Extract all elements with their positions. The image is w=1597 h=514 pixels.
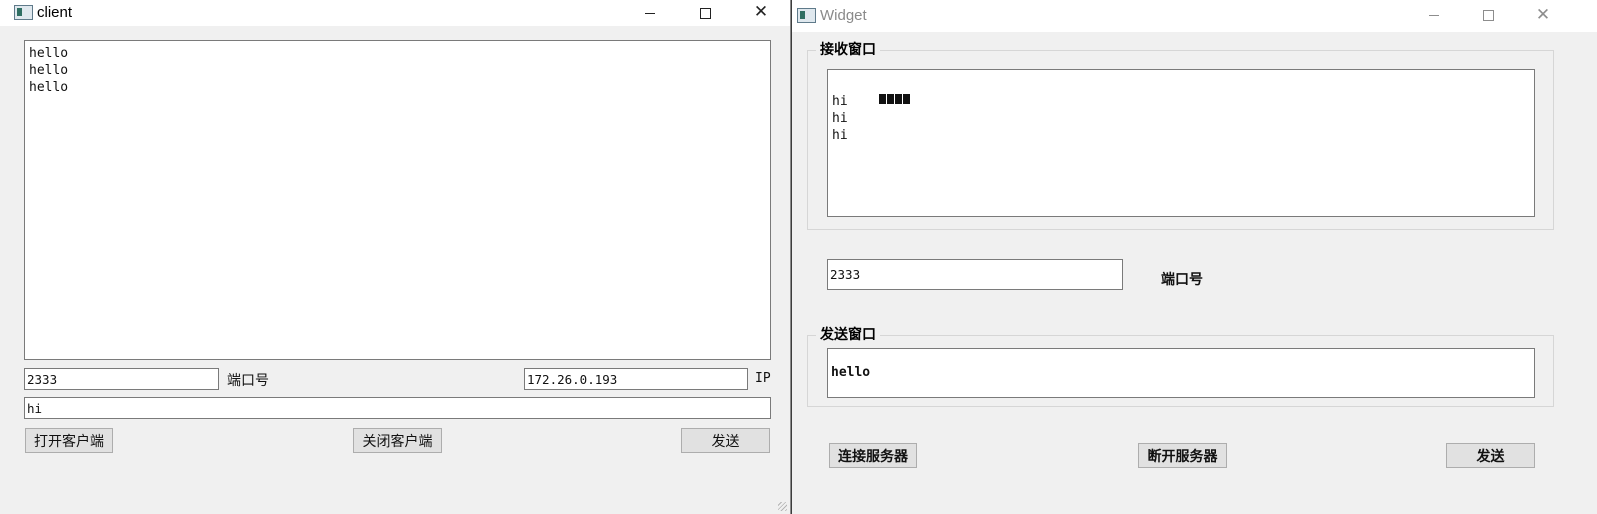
client-message-input[interactable]: hi [24,397,771,419]
client-ip-input[interactable]: 172.26.0.193 [524,368,748,390]
minimize-button[interactable] [1419,3,1449,27]
app-window-icon [797,8,816,23]
garbled-char-icon [902,94,910,104]
received-line: hi [832,111,848,126]
connect-server-button[interactable]: 连接服务器 [829,443,917,468]
widget-window: Widget ✕ 接收窗口 hi hi hi 2333 端口号 发送窗口 hel… [792,0,1597,514]
minimize-button[interactable] [635,1,665,25]
received-line: hi [832,128,848,143]
garbled-char-icon [878,94,886,104]
client-titlebar[interactable]: client ✕ [0,0,790,26]
send-text: hello [831,365,871,380]
close-icon: ✕ [1535,4,1551,25]
garbled-text-line [832,74,1534,104]
garbled-char-icon [886,94,894,104]
close-client-button[interactable]: 关闭客户端 [353,428,442,453]
maximize-button[interactable] [690,1,720,25]
client-receive-textbox[interactable]: hello hello hello [24,40,771,360]
close-icon: ✕ [753,1,769,22]
widget-port-label: 端口号 [1161,272,1203,288]
receive-group-title: 接收窗口 [816,42,880,58]
disconnect-server-button[interactable]: 断开服务器 [1138,443,1227,468]
received-line: hello [29,63,69,78]
client-ip-label: IP [755,371,771,386]
widget-send-textbox[interactable]: hello [827,348,1535,398]
widget-window-title: Widget [820,7,867,24]
client-send-button[interactable]: 发送 [681,428,770,453]
maximize-button[interactable] [1473,3,1503,27]
widget-titlebar[interactable]: Widget ✕ [792,0,1597,32]
widget-send-button[interactable]: 发送 [1446,443,1535,468]
maximize-icon [1482,9,1494,21]
minimize-icon [645,12,655,14]
client-port-label: 端口号 [227,373,269,389]
received-line: hello [29,46,69,61]
garbled-char-icon [894,94,902,104]
client-window: client ✕ hello hello hello 2333 端口号 172.… [0,0,791,514]
open-client-button[interactable]: 打开客户端 [25,428,113,453]
widget-port-input[interactable]: 2333 [827,259,1123,290]
widget-receive-textbox[interactable]: hi hi hi [827,69,1535,217]
received-line: hello [29,80,69,95]
client-window-title: client [37,4,73,21]
send-group-title: 发送窗口 [816,327,880,343]
client-port-input[interactable]: 2333 [24,368,219,390]
received-line: hi [832,94,848,109]
minimize-icon [1429,14,1439,16]
close-button[interactable]: ✕ [746,0,776,24]
maximize-icon [699,7,711,19]
resize-grip-icon[interactable] [778,502,787,511]
close-button[interactable]: ✕ [1528,3,1558,27]
app-window-icon [14,5,33,20]
